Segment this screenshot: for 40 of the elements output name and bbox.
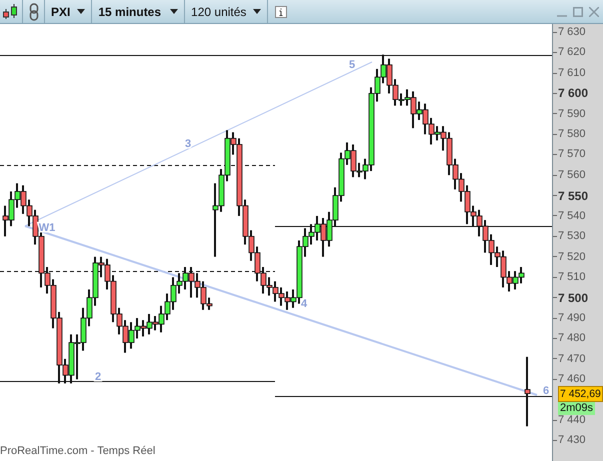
price-tick-label: 7 570 — [558, 147, 586, 162]
info-icon[interactable] — [275, 6, 288, 18]
price-tick-label: 7 520 — [558, 250, 586, 265]
price-tag: 7 452,69 — [558, 386, 603, 402]
price-tick-label: 7 510 — [558, 270, 586, 285]
wave-label: 2 — [94, 371, 102, 383]
chain-link-icon — [28, 2, 38, 20]
caret-icon — [170, 9, 178, 14]
price-tick-label: 7 610 — [558, 66, 586, 81]
price-tick-label: 7 440 — [558, 412, 586, 428]
price-tick-label: 7 470 — [558, 352, 586, 367]
wave-label: 3 — [184, 138, 192, 150]
caret-icon — [253, 9, 262, 14]
price-tick-label: 7 480 — [558, 331, 586, 346]
price-tick-label: 7 580 — [558, 127, 586, 142]
instrument-dropdown[interactable]: PXI — [45, 0, 92, 23]
price-tick-label: 7 460 — [558, 372, 586, 388]
price-tick-label: 7 600 — [558, 85, 588, 102]
footer-text: ProRealTime.com - Temps Réel — [0, 444, 156, 458]
price-tick-label: 7 560 — [558, 168, 586, 183]
candlestick — [524, 356, 530, 428]
candlestick-icon — [2, 2, 20, 20]
price-tick-label: 7 430 — [558, 433, 586, 448]
wave-label: 4 — [300, 298, 308, 310]
wave-label: 5 — [348, 59, 356, 71]
price-tick-label: 7 550 — [558, 188, 588, 205]
price-tick-label: 7 530 — [558, 229, 586, 244]
price-tick-label: 7 630 — [558, 24, 586, 40]
price-tick-label: 7 620 — [558, 45, 586, 60]
timeframe-dropdown[interactable]: 15 minutes — [92, 0, 186, 23]
caret-icon — [77, 9, 86, 14]
price-tick-label: 7 490 — [558, 310, 586, 326]
wave-label: 6 — [542, 385, 550, 397]
candlestick-chart-button[interactable] — [0, 0, 23, 23]
price-tick-label: 7 590 — [558, 106, 586, 122]
wave-label: W1 — [38, 222, 56, 234]
countdown-tag: 2m09s — [558, 402, 596, 415]
price-tick-label: 7 540 — [558, 208, 586, 224]
price-tick-label: 7 500 — [558, 290, 588, 307]
units-dropdown[interactable]: 120 unités — [185, 0, 268, 23]
